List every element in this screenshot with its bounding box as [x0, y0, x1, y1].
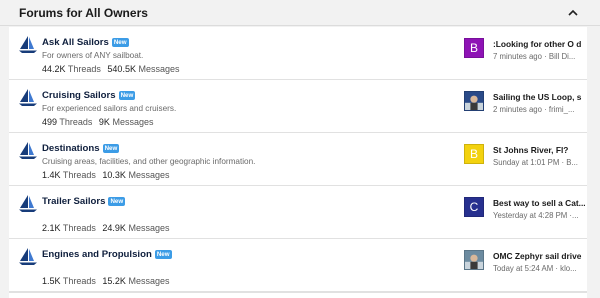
- forum-list: Ask All Sailors New For owners of ANY sa…: [9, 27, 587, 298]
- latest-post-meta: 2 minutes ago · frimi_...: [493, 105, 575, 114]
- avatar[interactable]: C: [464, 197, 484, 217]
- forum-stats: 2.1K Threads 24.9K Messages: [42, 223, 462, 233]
- new-badge: New: [111, 37, 129, 47]
- messages-stat: 540.5K Messages: [107, 64, 179, 74]
- threads-label: Threads: [67, 64, 101, 74]
- latest-post-meta: Sunday at 1:01 PM · B...: [493, 158, 578, 167]
- forum-description: For owners of ANY sailboat.: [42, 51, 144, 60]
- messages-stat: 24.9K Messages: [102, 223, 169, 233]
- latest-post-meta: 7 minutes ago · Bill Di...: [493, 52, 576, 61]
- forum-title-link[interactable]: Trailer Sailors: [42, 196, 105, 207]
- threads-label: Threads: [59, 117, 93, 127]
- forum-info: Ask All Sailors New For owners of ANY sa…: [42, 35, 462, 75]
- forum-row[interactable]: Destinations New Cruising areas, facilit…: [9, 133, 587, 186]
- threads-stat: 1.4K Threads: [42, 170, 96, 180]
- forum-description: [42, 263, 462, 274]
- section-title: Forums for All Owners: [19, 6, 148, 20]
- forum-description: For experienced sailors and cruisers.: [42, 104, 177, 113]
- new-badge: New: [108, 196, 126, 206]
- messages-count: 9K: [98, 117, 110, 127]
- threads-count: 1.4K: [42, 170, 61, 180]
- latest-thread-title[interactable]: Best way to sell a Cat...: [493, 198, 587, 208]
- forum-title-link[interactable]: Engines and Propulsion: [42, 249, 152, 260]
- forum-stats: 44.2K Threads 540.5K Messages: [42, 64, 462, 74]
- forum-row[interactable]: Cruising Sailors New For experienced sai…: [9, 80, 587, 133]
- forum-description: [42, 210, 462, 221]
- threads-count: 499: [42, 117, 58, 127]
- forum-description: Cruising areas, facilities, and other ge…: [42, 157, 256, 166]
- latest-post[interactable]: C Best way to sell a Cat... Yesterday at…: [464, 197, 587, 227]
- sailboat-icon: [17, 193, 39, 215]
- forum-title-link[interactable]: Ask All Sailors: [42, 37, 109, 48]
- sailboat-icon: [17, 140, 39, 162]
- forum-stats: 499 Threads 9K Messages: [42, 117, 462, 127]
- forum-row[interactable]: Ask All Sailors New For owners of ANY sa…: [9, 27, 587, 80]
- sailboat-icon: [17, 246, 39, 268]
- forum-info: Cruising Sailors New For experienced sai…: [42, 88, 462, 128]
- forum-stats: 1.5K Threads 15.2K Messages: [42, 276, 462, 286]
- threads-count: 1.5K: [42, 276, 61, 286]
- threads-stat: 2.1K Threads: [42, 223, 96, 233]
- threads-stat: 1.5K Threads: [42, 276, 96, 286]
- forum-info: Engines and Propulsion New 1.5K Threads …: [42, 247, 462, 286]
- messages-label: Messages: [128, 223, 170, 233]
- avatar[interactable]: B: [464, 144, 484, 164]
- latest-post-meta: Yesterday at 4:28 PM ·...: [493, 211, 579, 220]
- threads-stat: 44.2K Threads: [42, 64, 101, 74]
- threads-label: Threads: [62, 170, 96, 180]
- forum-title-link[interactable]: Destinations: [42, 143, 100, 154]
- threads-count: 44.2K: [42, 64, 66, 74]
- chevron-up-icon[interactable]: [566, 5, 580, 19]
- forum-row[interactable]: Trailer Sailors New 2.1K Threads 24.9K M…: [9, 186, 587, 239]
- forum-info: Destinations New Cruising areas, facilit…: [42, 141, 462, 181]
- sailboat-icon: [17, 87, 39, 109]
- section-header: Forums for All Owners: [0, 0, 600, 26]
- forum-section: Forums for All Owners Ask All Sailors Ne…: [0, 0, 600, 298]
- messages-label: Messages: [128, 170, 170, 180]
- messages-label: Messages: [128, 276, 170, 286]
- threads-count: 2.1K: [42, 223, 61, 233]
- avatar-photo[interactable]: [464, 91, 484, 111]
- latest-post[interactable]: B St Johns River, Fl? Sunday at 1:01 PM …: [464, 144, 587, 174]
- messages-count: 24.9K: [102, 223, 126, 233]
- messages-count: 15.2K: [102, 276, 126, 286]
- forum-row[interactable]: Engines and Propulsion New 1.5K Threads …: [9, 239, 587, 292]
- avatar-photo[interactable]: [464, 250, 484, 270]
- latest-thread-title[interactable]: St Johns River, Fl?: [493, 145, 587, 155]
- avatar[interactable]: B: [464, 38, 484, 58]
- latest-thread-title[interactable]: :Looking for other O d: [493, 39, 587, 49]
- threads-label: Threads: [62, 223, 96, 233]
- forum-stats: 1.4K Threads 10.3K Messages: [42, 170, 462, 180]
- forum-info: Trailer Sailors New 2.1K Threads 24.9K M…: [42, 194, 462, 234]
- latest-post[interactable]: Sailing the US Loop, s 2 minutes ago · f…: [464, 91, 587, 121]
- latest-post-meta: Today at 5:24 AM · klo...: [493, 264, 577, 273]
- messages-stat: 10.3K Messages: [102, 170, 169, 180]
- threads-stat: 499 Threads: [42, 117, 92, 127]
- forum-title-link[interactable]: Cruising Sailors: [42, 90, 116, 101]
- sailboat-icon: [17, 34, 39, 56]
- latest-post[interactable]: B :Looking for other O d 7 minutes ago ·…: [464, 38, 587, 68]
- threads-label: Threads: [62, 276, 96, 286]
- messages-label: Messages: [138, 64, 180, 74]
- latest-thread-title[interactable]: Sailing the US Loop, s: [493, 92, 587, 102]
- messages-stat: 9K Messages: [99, 117, 154, 127]
- messages-stat: 15.2K Messages: [102, 276, 169, 286]
- forum-row-partial: [9, 292, 587, 298]
- messages-label: Messages: [112, 117, 154, 127]
- messages-count: 540.5K: [107, 64, 136, 74]
- new-badge: New: [118, 90, 136, 100]
- latest-thread-title[interactable]: OMC Zephyr sail drive: [493, 251, 587, 261]
- messages-count: 10.3K: [102, 170, 126, 180]
- new-badge: New: [154, 249, 172, 259]
- new-badge: New: [102, 143, 120, 153]
- latest-post[interactable]: OMC Zephyr sail drive Today at 5:24 AM ·…: [464, 250, 587, 280]
